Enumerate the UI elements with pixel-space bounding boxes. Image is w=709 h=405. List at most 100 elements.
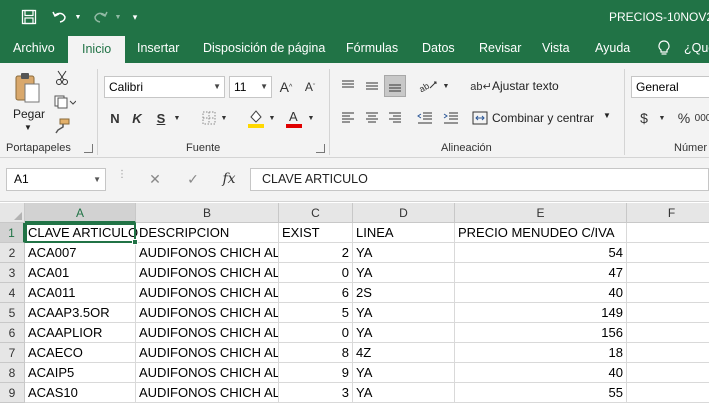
cell-a2[interactable]: ACA007 bbox=[25, 243, 136, 263]
cell-a8[interactable]: ACAIP5 bbox=[25, 363, 136, 383]
cell-d8[interactable]: YA bbox=[353, 363, 455, 383]
row-header-3[interactable]: 3 bbox=[0, 263, 25, 283]
align-center-icon[interactable] bbox=[361, 107, 383, 129]
cell-b9[interactable]: AUDIFONOS CHICH ALAMBRICO bbox=[136, 383, 279, 403]
cell-b1[interactable]: DESCRIPCION bbox=[136, 223, 279, 243]
cell-c9[interactable]: 3 bbox=[279, 383, 353, 403]
percent-button[interactable]: % bbox=[676, 107, 692, 129]
cell-c8[interactable]: 9 bbox=[279, 363, 353, 383]
align-middle-icon[interactable] bbox=[361, 75, 383, 97]
cell-e2[interactable]: 54 bbox=[455, 243, 627, 263]
cut-icon[interactable] bbox=[53, 69, 71, 87]
cell-b2[interactable]: AUDIFONOS CHICH ALAMBRICO bbox=[136, 243, 279, 263]
enter-icon[interactable]: ✓ bbox=[178, 168, 208, 191]
cell-c2[interactable]: 2 bbox=[279, 243, 353, 263]
customize-toolbar-icon[interactable]: ▾ bbox=[128, 0, 142, 34]
underline-button[interactable]: S bbox=[152, 107, 170, 129]
cell-b5[interactable]: AUDIFONOS CHICH ALAMBRICO bbox=[136, 303, 279, 323]
cell-b7[interactable]: AUDIFONOS CHICH ALAMBRICO bbox=[136, 343, 279, 363]
column-header-b[interactable]: B bbox=[136, 203, 279, 223]
cell-f6[interactable] bbox=[627, 323, 709, 343]
cell-c3[interactable]: 0 bbox=[279, 263, 353, 283]
cell-f8[interactable] bbox=[627, 363, 709, 383]
decrease-indent-icon[interactable] bbox=[414, 107, 436, 129]
currency-button[interactable]: $ bbox=[637, 107, 651, 129]
paste-button[interactable]: Pegar bbox=[13, 107, 45, 121]
tab-revisar[interactable]: Revisar bbox=[479, 34, 521, 63]
format-painter-icon[interactable] bbox=[53, 117, 71, 135]
row-header-9[interactable]: 9 bbox=[0, 383, 25, 403]
cell-a9[interactable]: ACAS10 bbox=[25, 383, 136, 403]
bold-button[interactable]: N bbox=[106, 107, 124, 129]
font-name-select[interactable]: Calibri ▼ bbox=[104, 76, 225, 98]
cell-e7[interactable]: 18 bbox=[455, 343, 627, 363]
cell-c6[interactable]: 0 bbox=[279, 323, 353, 343]
undo-icon[interactable] bbox=[48, 0, 72, 34]
merge-center-icon[interactable] bbox=[470, 107, 490, 129]
cell-a7[interactable]: ACAECO bbox=[25, 343, 136, 363]
column-header-f[interactable]: F bbox=[627, 203, 709, 223]
font-color-icon[interactable]: A bbox=[282, 107, 306, 129]
orientation-icon[interactable]: ab bbox=[416, 75, 442, 97]
currency-dropdown-icon[interactable]: ▼ bbox=[657, 107, 667, 129]
tell-me-search[interactable]: ¿Qué bbox=[684, 34, 709, 63]
lightbulb-icon[interactable] bbox=[657, 34, 675, 63]
save-icon[interactable] bbox=[14, 0, 44, 34]
orientation-dropdown-icon[interactable]: ▼ bbox=[441, 75, 451, 97]
column-header-a[interactable]: A bbox=[25, 203, 136, 223]
cell-d3[interactable]: YA bbox=[353, 263, 455, 283]
fill-color-dropdown-icon[interactable]: ▼ bbox=[267, 107, 277, 129]
cell-f7[interactable] bbox=[627, 343, 709, 363]
cell-f4[interactable] bbox=[627, 283, 709, 303]
cell-c4[interactable]: 6 bbox=[279, 283, 353, 303]
fill-handle[interactable] bbox=[132, 239, 138, 245]
name-box[interactable]: A1 ▼ bbox=[6, 168, 106, 191]
cell-f1[interactable] bbox=[627, 223, 709, 243]
cell-b4[interactable]: AUDIFONOS CHICH ALAMBRICO bbox=[136, 283, 279, 303]
row-header-8[interactable]: 8 bbox=[0, 363, 25, 383]
cell-e6[interactable]: 156 bbox=[455, 323, 627, 343]
cell-c7[interactable]: 8 bbox=[279, 343, 353, 363]
insert-function-icon[interactable]: fx bbox=[214, 168, 244, 191]
clipboard-launcher-icon[interactable] bbox=[84, 144, 93, 153]
column-header-c[interactable]: C bbox=[279, 203, 353, 223]
cell-d9[interactable]: YA bbox=[353, 383, 455, 403]
tab-formulas[interactable]: Fórmulas bbox=[346, 34, 398, 63]
wrap-text-icon[interactable]: ab↵ bbox=[470, 75, 491, 97]
align-top-icon[interactable] bbox=[337, 75, 359, 97]
align-right-icon[interactable] bbox=[384, 107, 406, 129]
formula-input[interactable]: CLAVE ARTICULO bbox=[250, 168, 709, 191]
row-header-2[interactable]: 2 bbox=[0, 243, 25, 263]
tab-disposicion[interactable]: Disposición de página bbox=[203, 34, 325, 63]
select-all-button[interactable] bbox=[0, 203, 25, 223]
cell-b3[interactable]: AUDIFONOS CHICH ALAMBRICO bbox=[136, 263, 279, 283]
cell-d2[interactable]: YA bbox=[353, 243, 455, 263]
cell-e8[interactable]: 40 bbox=[455, 363, 627, 383]
cell-a3[interactable]: ACA01 bbox=[25, 263, 136, 283]
cell-a4[interactable]: ACA011 bbox=[25, 283, 136, 303]
borders-dropdown-icon[interactable]: ▼ bbox=[219, 107, 229, 129]
cell-a1[interactable]: CLAVE ARTICULO bbox=[25, 223, 138, 243]
align-left-icon[interactable] bbox=[337, 107, 359, 129]
tab-archivo[interactable]: Archivo bbox=[13, 34, 55, 63]
cell-a5[interactable]: ACAAP3.5OR bbox=[25, 303, 136, 323]
cell-d1[interactable]: LINEA bbox=[353, 223, 455, 243]
row-header-1[interactable]: 1 bbox=[0, 223, 25, 243]
tab-datos[interactable]: Datos bbox=[422, 34, 455, 63]
row-header-4[interactable]: 4 bbox=[0, 283, 25, 303]
paste-icon[interactable] bbox=[11, 71, 45, 105]
cell-d5[interactable]: YA bbox=[353, 303, 455, 323]
cell-e1[interactable]: PRECIO MENUDEO C/IVA bbox=[455, 223, 627, 243]
cell-d7[interactable]: 4Z bbox=[353, 343, 455, 363]
cell-f9[interactable] bbox=[627, 383, 709, 403]
borders-icon[interactable] bbox=[198, 107, 220, 129]
cell-c5[interactable]: 5 bbox=[279, 303, 353, 323]
redo-icon[interactable] bbox=[88, 0, 112, 34]
cell-f3[interactable] bbox=[627, 263, 709, 283]
splitter-handle[interactable]: ⋮ bbox=[117, 170, 127, 187]
tab-ayuda[interactable]: Ayuda bbox=[595, 34, 630, 63]
cell-f2[interactable] bbox=[627, 243, 709, 263]
increase-font-icon[interactable]: A ^ bbox=[276, 76, 296, 98]
italic-button[interactable]: K bbox=[128, 107, 146, 129]
cancel-icon[interactable]: ✕ bbox=[140, 168, 170, 191]
